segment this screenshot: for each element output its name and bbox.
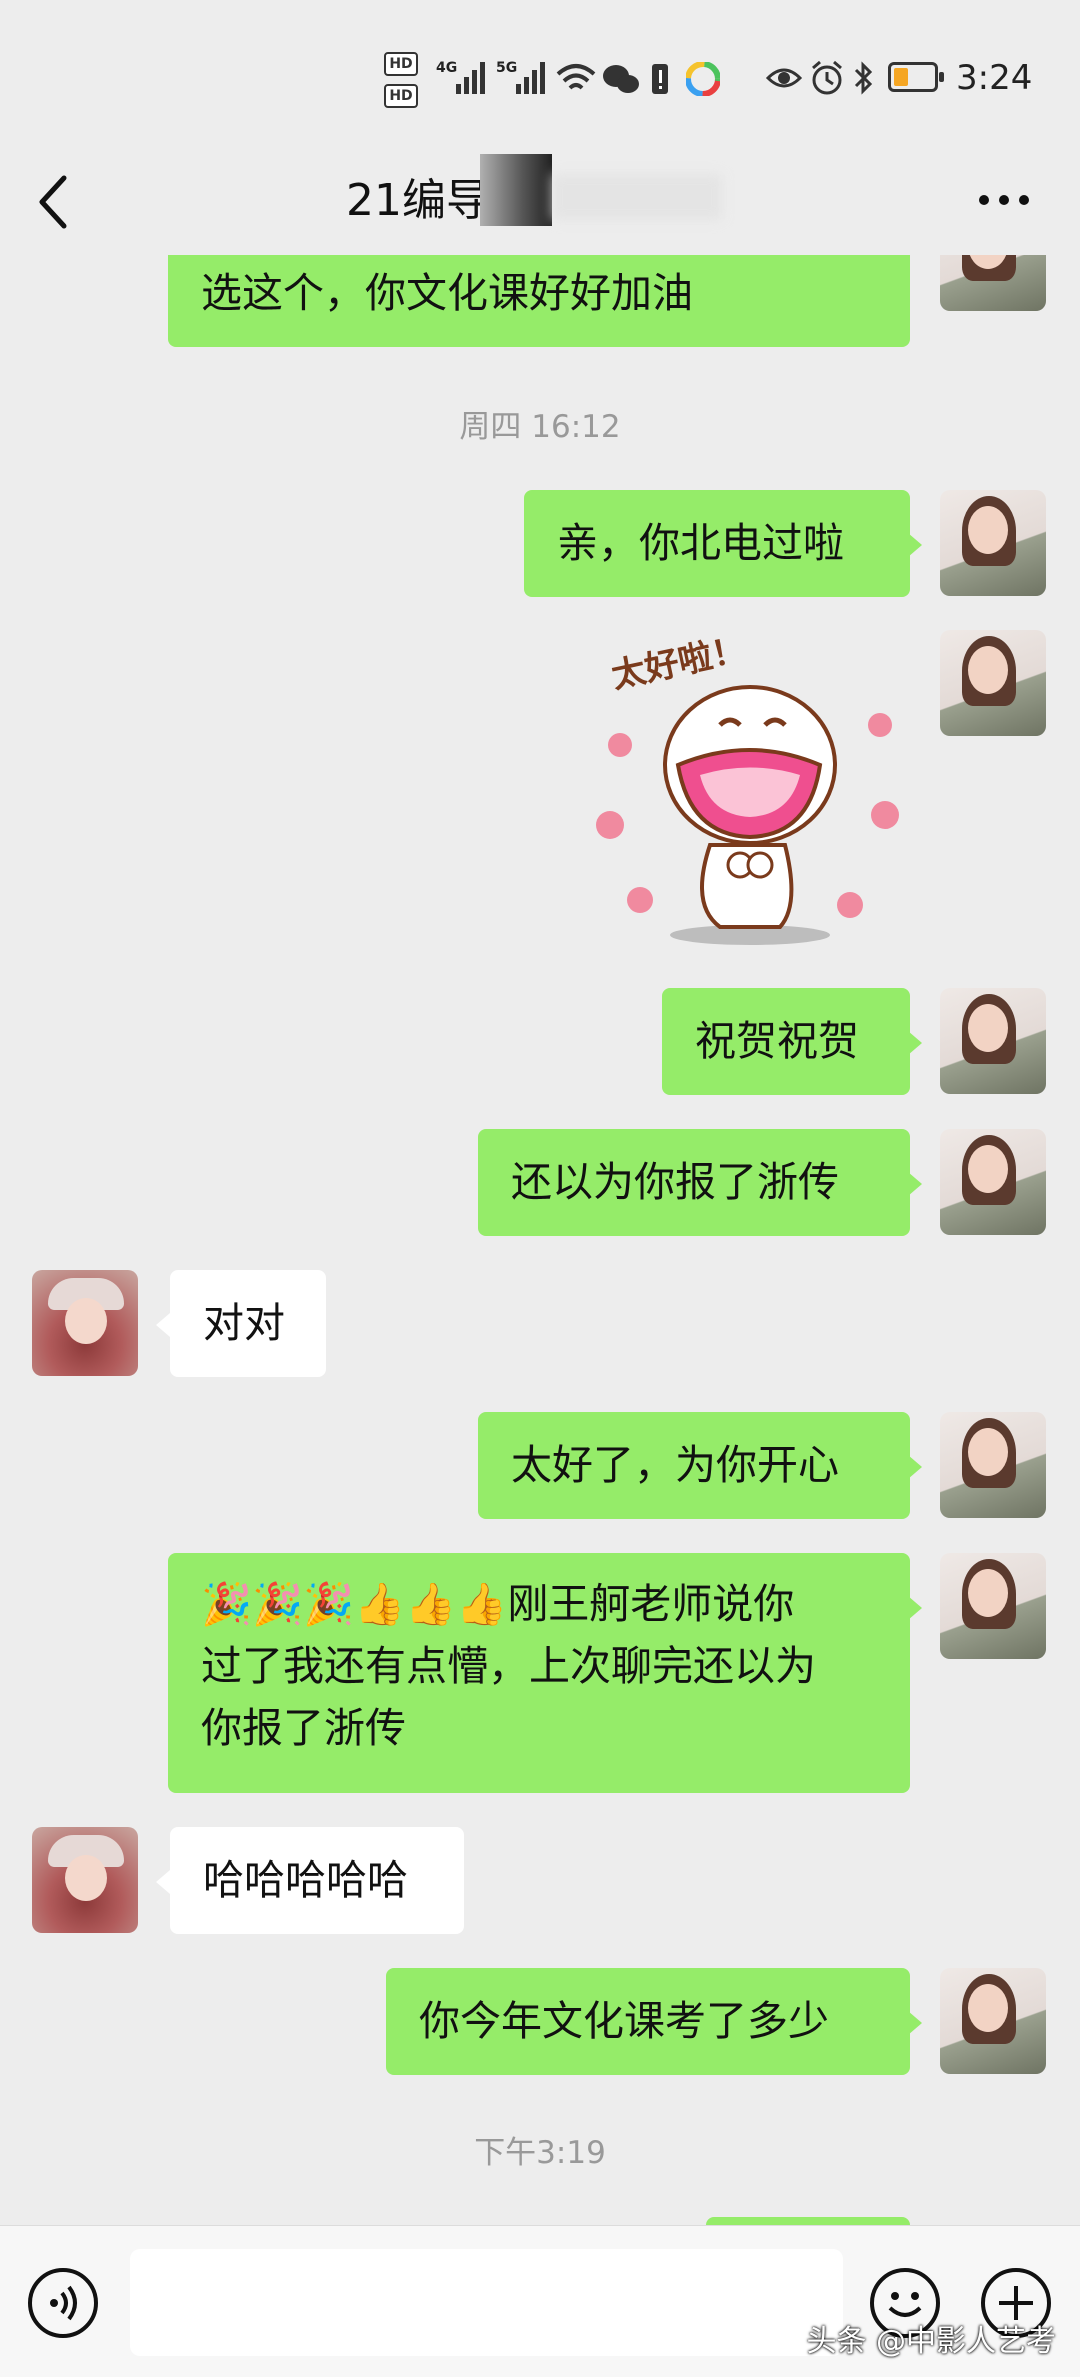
message-line-3: 你报了浙传 xyxy=(201,1704,406,1752)
alert-notification-icon xyxy=(652,64,668,94)
wechat-notification-icon xyxy=(603,65,639,93)
hd-indicator-1: HD xyxy=(384,52,418,76)
hd-indicator-2: HD xyxy=(384,84,418,108)
contact-avatar[interactable] xyxy=(32,1827,138,1933)
message-line-2: 过了我还有点懵，上次聊完还以为 xyxy=(201,1642,816,1690)
message-bubble-sent[interactable]: 祝贺祝贺 xyxy=(662,988,910,1095)
watermark: 头条 @中影人艺考 xyxy=(806,2324,1056,2359)
status-bar: HD HD 4G 5G 3:24 xyxy=(0,0,1080,150)
party-emoji-group: 🎉🎉🎉👍👍👍 xyxy=(201,1580,508,1628)
battery-icon xyxy=(888,62,944,92)
my-avatar[interactable] xyxy=(940,630,1046,736)
chevron-left-icon[interactable] xyxy=(34,172,74,232)
app-notification-icon xyxy=(686,62,720,96)
signal-icon-2 xyxy=(516,60,545,94)
message-bubble-sent[interactable]: 太好了，为你开心 xyxy=(478,1412,910,1519)
contact-avatar[interactable] xyxy=(32,1270,138,1376)
bubble-tail xyxy=(908,1172,922,1196)
message-bubble-received[interactable]: 对对 xyxy=(170,1270,326,1377)
my-avatar[interactable] xyxy=(940,1553,1046,1659)
chat-header: 21编导 xyxy=(0,150,1080,260)
voice-icon[interactable] xyxy=(28,2268,98,2338)
wifi-icon xyxy=(556,64,596,90)
bubble-tail xyxy=(908,533,922,557)
message-bubble-sent[interactable]: 还以为你报了浙传 xyxy=(478,1129,910,1236)
message-bubble-sent[interactable]: 你今年文化课考了多少 xyxy=(386,1968,910,2075)
bubble-tail xyxy=(156,1870,170,1894)
bubble-tail xyxy=(156,1313,170,1337)
message-list[interactable]: 选这个，你文化课好好加油 周四 16:12 亲，你北电过啦 太好啦！ 祝贺祝贺 … xyxy=(0,255,1080,2225)
my-avatar[interactable] xyxy=(940,1129,1046,1235)
bubble-tail xyxy=(908,1596,922,1620)
more-icon[interactable] xyxy=(976,192,1032,208)
message-bubble-sent[interactable]: 选这个，你文化课好好加油 xyxy=(168,255,910,347)
alarm-icon xyxy=(812,60,842,95)
message-input[interactable] xyxy=(130,2249,843,2356)
timestamp: 周四 16:12 xyxy=(459,409,621,445)
redaction-block xyxy=(480,154,552,226)
message-bubble-partial[interactable] xyxy=(706,2217,910,2225)
timestamp: 下午3:19 xyxy=(474,2135,606,2171)
message-bubble-sent-multiline[interactable]: 🎉🎉🎉👍👍👍刚王舸老师说你 过了我还有点懵，上次聊完还以为 你报了浙传 xyxy=(168,1553,910,1793)
message-bubble-sent[interactable]: 亲，你北电过啦 xyxy=(524,490,910,597)
status-time: 3:24 xyxy=(956,58,1033,98)
network-4g-label: 4G xyxy=(436,60,458,76)
bubble-tail xyxy=(908,1455,922,1479)
signal-icon-1 xyxy=(456,60,485,94)
smiling-character-icon xyxy=(596,685,899,945)
message-bubble-received[interactable]: 哈哈哈哈哈 xyxy=(170,1827,464,1934)
my-avatar[interactable] xyxy=(940,255,1046,311)
my-avatar[interactable] xyxy=(940,490,1046,596)
bluetooth-icon xyxy=(854,61,873,95)
my-avatar[interactable] xyxy=(940,1968,1046,2074)
redaction-blur xyxy=(552,174,722,220)
my-avatar[interactable] xyxy=(940,1412,1046,1518)
message-line-1: 刚王舸老师说你 xyxy=(507,1580,795,1628)
bubble-tail xyxy=(908,1031,922,1055)
my-avatar[interactable] xyxy=(940,988,1046,1094)
eye-icon xyxy=(766,68,802,88)
chat-title: 21编导 xyxy=(346,175,490,226)
network-5g-label: 5G xyxy=(496,60,518,76)
bubble-tail xyxy=(908,2011,922,2035)
sticker-message[interactable]: 太好啦！ xyxy=(590,625,910,955)
